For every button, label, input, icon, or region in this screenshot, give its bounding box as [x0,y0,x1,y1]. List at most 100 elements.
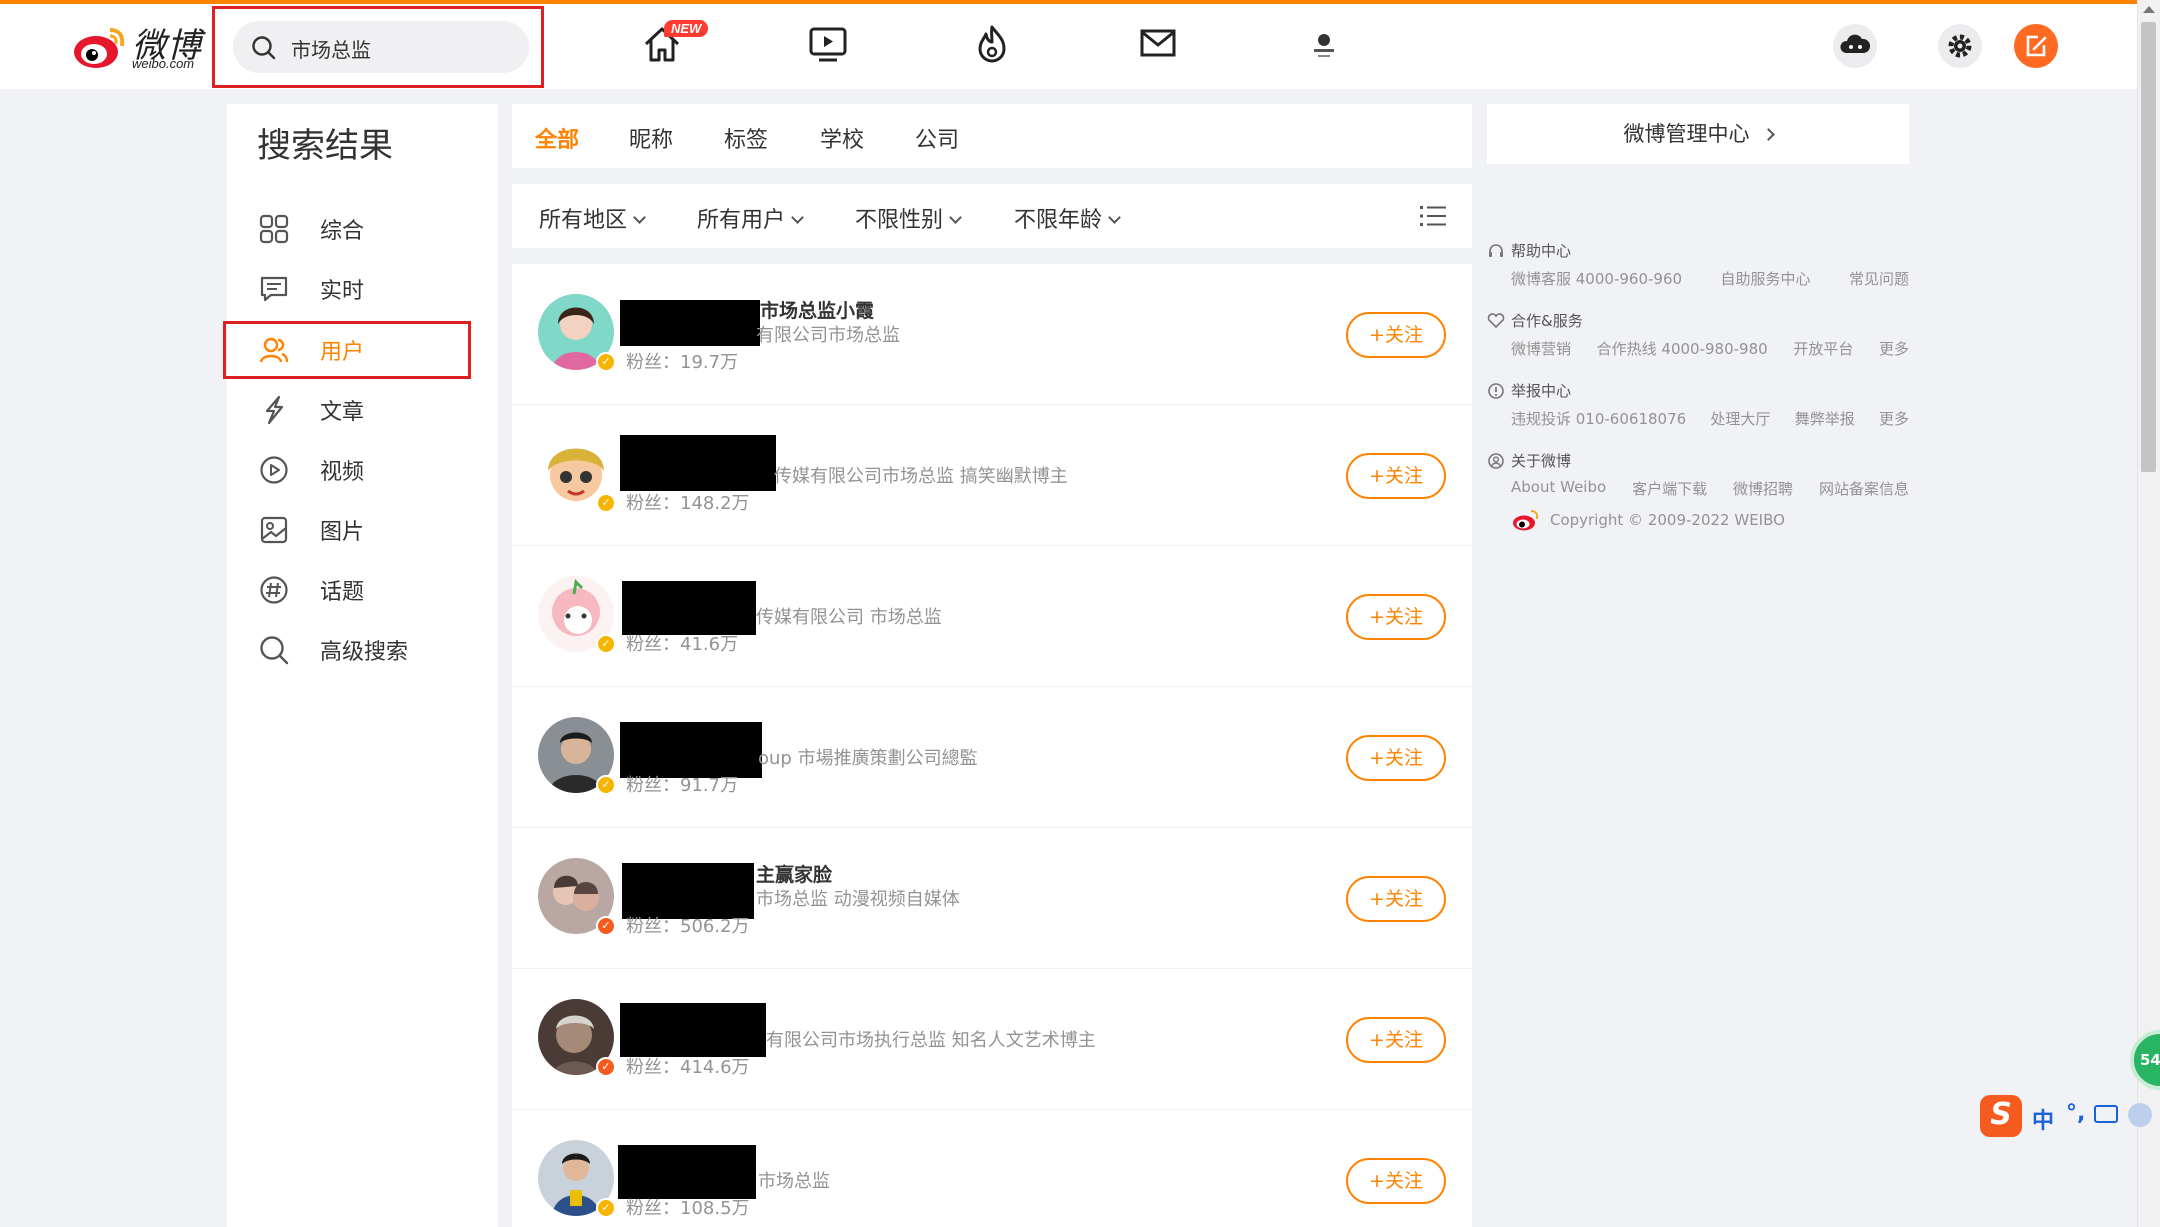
help-center-section: 帮助中心 微博客服 4000-960-960 自助服务中心 常见问题 [1487,240,1909,289]
nav-video-button[interactable] [806,22,850,66]
search-highlight-box: 市场总监 [212,6,544,88]
nav-home-button[interactable]: NEW [640,20,709,66]
filter-user-type[interactable]: 所有用户 [697,202,804,234]
redacted-name-block [620,1003,766,1057]
filter-label: 所有地区 [539,208,628,233]
follow-button[interactable]: +关注 [1346,1158,1446,1204]
footer-link[interactable]: 网站备案信息 [1819,478,1909,499]
message-icon [260,276,288,302]
user-name[interactable]: 市场总监小霞 [760,296,874,323]
nav-hot-button[interactable] [970,22,1014,66]
floating-widget-badge[interactable]: 54 [2130,1030,2160,1090]
ime-toolbar[interactable]: S 中 °, [1980,1095,2160,1141]
verified-badge-icon: ✓ [596,634,616,654]
follow-button[interactable]: +关注 [1346,594,1446,640]
search-icon [260,636,289,665]
follow-button[interactable]: +关注 [1346,1017,1446,1063]
filter-region[interactable]: 所有地区 [539,202,646,234]
alert-icon [1488,383,1504,399]
user-fans: 粉丝：19.7万 [626,352,739,373]
manage-center-link[interactable]: 微博管理中心 [1487,104,1909,164]
scroll-up-arrow-icon[interactable] [2143,6,2155,13]
filter-bar: 所有地区 所有用户 不限性别 不限年龄 [512,184,1472,248]
sidebar-item-topics[interactable]: 话题 [227,561,498,617]
user-results-list: ✓ 市场总监小霞 有限公司市场总监 粉丝：19.7万 +关注 ✓ 传媒有限公司市… [512,264,1472,1227]
user-fans: 粉丝：41.6万 [626,634,739,655]
footer-link[interactable]: 开放平台 [1793,338,1853,359]
ime-language[interactable]: 中 [2032,1103,2054,1135]
nav-game-button[interactable] [1302,22,1346,66]
keyboard-icon[interactable] [2094,1105,2118,1123]
footer-link[interactable]: 更多 [1879,408,1909,429]
tab-company[interactable]: 公司 [915,122,959,154]
footer-link[interactable]: 常见问题 [1849,268,1909,289]
lightning-icon [265,395,284,425]
settings-button[interactable] [1938,24,1982,68]
image-icon [260,516,288,544]
play-icon [260,456,288,484]
footer-link[interactable]: 微博客服 4000-960-960 [1511,268,1682,289]
gear-icon [1948,34,1972,58]
top-nav-bar: 微博 weibo.com 市场总监 NEW [0,4,2137,89]
sidebar-item-label: 话题 [320,580,365,605]
filter-label: 所有用户 [697,208,786,233]
redacted-name-block [620,435,776,491]
scrollbar-thumb[interactable] [2141,22,2156,472]
list-item: ✓ 传媒有限公司 市场总监 粉丝：41.6万 +关注 [512,546,1472,687]
sogou-logo-icon: S [1980,1095,2022,1137]
sidebar-item-comprehensive[interactable]: 综合 [227,200,498,256]
user-description: 传媒有限公司 市场总监 [756,607,942,628]
gamepad-cloud-icon [1840,34,1871,53]
filter-age[interactable]: 不限年龄 [1014,202,1121,234]
new-badge: NEW [664,20,709,37]
sidebar-item-advanced-search[interactable]: 高级搜索 [227,621,498,677]
verified-badge-icon: ✓ [596,775,616,795]
mail-icon [1140,29,1176,57]
sidebar-item-images[interactable]: 图片 [227,501,498,557]
user-icon[interactable] [2128,1103,2152,1127]
hashtag-icon [260,576,288,604]
sidebar-item-videos[interactable]: 视频 [227,441,498,497]
follow-button[interactable]: +关注 [1346,876,1446,922]
footer-link[interactable]: 微博营销 [1511,338,1571,359]
follow-button[interactable]: +关注 [1346,453,1446,499]
user-name[interactable]: 主赢家脸 [756,860,832,887]
chevron-down-icon [633,211,646,224]
weibo-logo[interactable]: 微博 weibo.com [72,18,212,74]
tab-all[interactable]: 全部 [535,122,579,154]
footer-link[interactable]: 处理大厅 [1710,408,1770,429]
fire-icon [978,25,1006,63]
list-view-icon[interactable] [1420,204,1446,228]
footer-link[interactable]: 更多 [1879,338,1909,359]
search-input[interactable]: 市场总监 [233,21,529,73]
sidebar-item-users[interactable]: 用户 [223,321,498,379]
ime-punctuation[interactable]: °, [2066,1101,2085,1126]
tab-tags[interactable]: 标签 [724,122,768,154]
footer-link[interactable]: 违规投诉 010-60618076 [1511,408,1686,429]
compose-button[interactable] [2014,24,2058,68]
tab-school[interactable]: 学校 [820,122,864,154]
copyright: Copyright © 2009-2022 WEIBO [1512,510,1785,531]
user-fans: 粉丝：91.7万 [626,775,739,796]
search-icon [252,36,276,60]
user-fans: 粉丝：108.5万 [626,1198,750,1219]
follow-button[interactable]: +关注 [1346,735,1446,781]
footer-link[interactable]: 舞弊举报 [1795,408,1855,429]
list-item: ✓ oup 市場推廣策劃公司總監 粉丝：91.7万 +关注 [512,687,1472,828]
user-fans: 粉丝：148.2万 [626,493,750,514]
tab-nickname[interactable]: 昵称 [629,122,673,154]
footer-link[interactable]: 微博招聘 [1733,478,1793,499]
follow-button[interactable]: +关注 [1346,312,1446,358]
user-description: oup 市場推廣策劃公司總監 [758,748,978,769]
game-center-button[interactable] [1833,24,1877,68]
sidebar-item-articles[interactable]: 文章 [227,381,498,437]
filter-gender[interactable]: 不限性别 [855,202,962,234]
footer-link[interactable]: 自助服务中心 [1721,268,1811,289]
sidebar-item-realtime[interactable]: 实时 [227,260,498,316]
footer-link[interactable]: 客户端下载 [1632,478,1707,499]
footer-link[interactable]: About Weibo [1511,478,1606,499]
footer-link[interactable]: 合作热线 4000-980-980 [1597,338,1768,359]
section-title: 帮助中心 [1511,242,1572,260]
game-logo-icon [1314,34,1334,57]
nav-message-button[interactable] [1136,22,1180,66]
